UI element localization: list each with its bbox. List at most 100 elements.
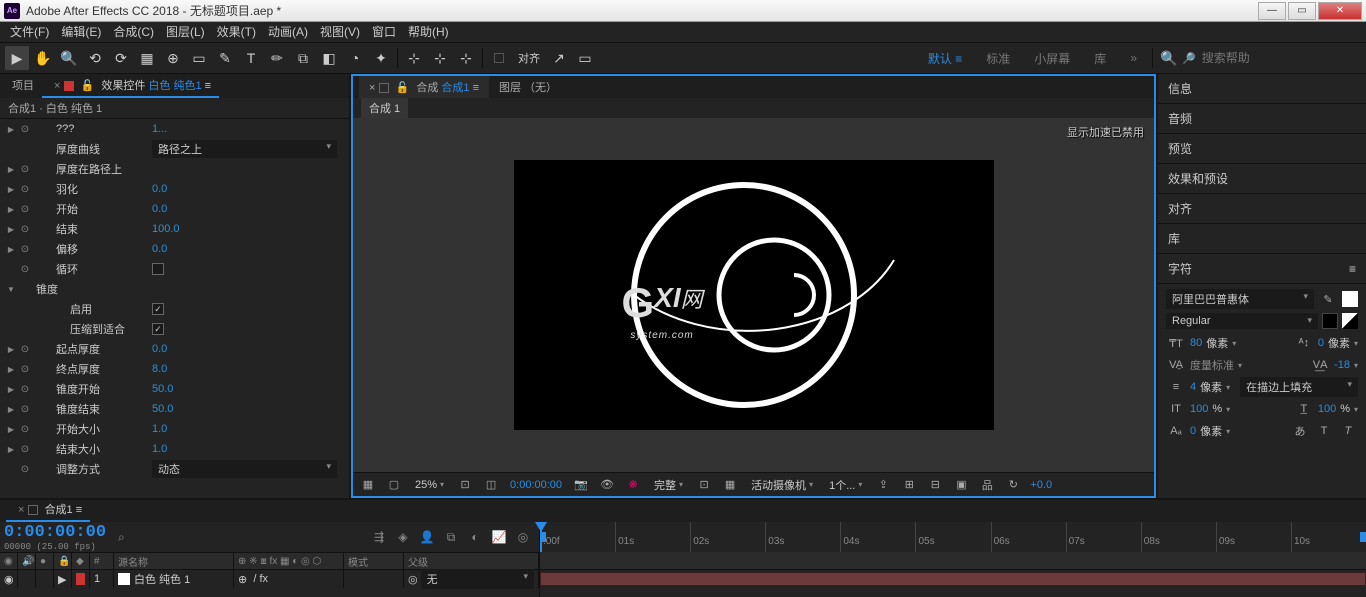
panel-menu-icon[interactable]: ≡: [1349, 262, 1356, 276]
tab-close-icon[interactable]: ×: [54, 80, 60, 92]
exposure-value[interactable]: +0.0: [1028, 479, 1054, 491]
eyedropper-icon[interactable]: ✎: [1318, 293, 1338, 306]
guides-icon[interactable]: ⊟: [924, 475, 946, 495]
playhead[interactable]: [540, 522, 542, 552]
composition-tab[interactable]: × 🔓 合成 合成1 ≡: [359, 76, 489, 98]
3d-icon[interactable]: 品: [976, 475, 998, 495]
vscale-value[interactable]: 100: [1190, 403, 1208, 415]
tab-close-icon[interactable]: ×: [18, 504, 24, 516]
taper-start-value[interactable]: 50.0: [152, 383, 173, 395]
close-button[interactable]: ✕: [1318, 2, 1362, 20]
rotate-tool[interactable]: ⟳: [109, 46, 133, 70]
snap-toggle[interactable]: [487, 46, 511, 70]
snap-option-icon[interactable]: ↗: [547, 46, 571, 70]
graph-editor-icon[interactable]: 📈: [488, 527, 510, 547]
pan-behind-tool[interactable]: ⊕: [161, 46, 185, 70]
expand-icon[interactable]: ▶: [4, 365, 18, 374]
index-column[interactable]: #: [90, 553, 114, 569]
hscale-value[interactable]: 100: [1318, 403, 1336, 415]
start-size-value[interactable]: 1.0: [152, 423, 167, 435]
end-size-value[interactable]: 1.0: [152, 443, 167, 455]
compress-checkbox[interactable]: ✓: [152, 323, 164, 335]
stopwatch-icon[interactable]: ⊙: [18, 222, 32, 236]
layer-visibility-toggle[interactable]: [4, 573, 14, 586]
layer-expand-icon[interactable]: ▶: [54, 570, 72, 588]
kerning-value[interactable]: 度量标准: [1190, 357, 1234, 373]
source-name-column[interactable]: 源名称: [114, 553, 234, 569]
label-column-icon[interactable]: ◆: [72, 553, 90, 569]
leading-value[interactable]: 0: [1318, 337, 1324, 349]
lock-icon[interactable]: 🔓: [396, 82, 410, 94]
always-preview-icon[interactable]: ▦: [357, 475, 379, 495]
stopwatch-icon[interactable]: ⊙: [18, 182, 32, 196]
offset-value[interactable]: 0.0: [152, 243, 167, 255]
stopwatch-icon[interactable]: ⊙: [18, 162, 32, 176]
workspace-small[interactable]: 小屏幕: [1022, 50, 1082, 67]
expand-icon[interactable]: ▶: [4, 225, 18, 234]
stroke-color-swatch[interactable]: [1322, 313, 1338, 329]
roto-tool[interactable]: ◔: [343, 46, 367, 70]
swap-colors-icon[interactable]: [1342, 313, 1358, 329]
collapse-icon[interactable]: ▼: [4, 285, 18, 294]
lock-column-icon[interactable]: 🔒: [54, 553, 72, 569]
clone-tool[interactable]: ⧉: [291, 46, 315, 70]
libraries-panel-header[interactable]: 库: [1158, 224, 1366, 254]
stroke-width-value[interactable]: 4: [1190, 381, 1196, 393]
taper-enable-checkbox[interactable]: ✓: [152, 303, 164, 315]
workspace-default[interactable]: 默认 ≡: [916, 50, 974, 67]
menu-help[interactable]: 帮助(H): [402, 22, 455, 42]
stopwatch-icon[interactable]: ⊙: [18, 422, 32, 436]
expand-icon[interactable]: ▶: [4, 125, 18, 134]
faux-italic-icon[interactable]: T: [1338, 425, 1358, 437]
camera-tool[interactable]: ▦: [135, 46, 159, 70]
parent-pick-whip-icon[interactable]: ◎: [408, 573, 418, 586]
tab-close-icon[interactable]: ×: [369, 82, 375, 94]
solo-column-icon[interactable]: ●: [36, 553, 54, 569]
expand-icon[interactable]: ▶: [4, 165, 18, 174]
work-area-end-handle[interactable]: [1360, 532, 1366, 542]
shape-tool[interactable]: ▭: [187, 46, 211, 70]
font-size-value[interactable]: 80: [1190, 337, 1202, 349]
menu-animation[interactable]: 动画(A): [262, 22, 314, 42]
preview-panel-header[interactable]: 预览: [1158, 134, 1366, 164]
mask-icon[interactable]: ▣: [950, 475, 972, 495]
stopwatch-icon[interactable]: ⊙: [18, 242, 32, 256]
roi-icon[interactable]: ◫: [480, 475, 502, 495]
grid-icon[interactable]: ⊞: [898, 475, 920, 495]
eye-column-icon[interactable]: ◉: [0, 553, 18, 569]
workspace-libraries[interactable]: 库: [1082, 50, 1118, 67]
align-panel-header[interactable]: 对齐: [1158, 194, 1366, 224]
stopwatch-icon[interactable]: ⊙: [18, 122, 32, 136]
menu-window[interactable]: 窗口: [366, 22, 402, 42]
zoom-tool[interactable]: 🔍: [57, 46, 81, 70]
timeline-search-icon[interactable]: ⌕: [118, 530, 125, 545]
brush-tool[interactable]: ✏: [265, 46, 289, 70]
comp-mini-flowchart-icon[interactable]: ⇶: [368, 527, 390, 547]
stopwatch-icon[interactable]: ⊙: [18, 262, 32, 276]
effect-controls-tab[interactable]: × 🔓 效果控件 白色 纯色1 ≡: [42, 74, 219, 98]
expand-icon[interactable]: ▶: [4, 445, 18, 454]
channel-icon[interactable]: ❋: [622, 475, 644, 495]
expand-icon[interactable]: ▶: [4, 185, 18, 194]
search-icon[interactable]: 🔍: [1157, 46, 1181, 70]
stopwatch-icon[interactable]: ⊙: [18, 382, 32, 396]
faux-bold-icon[interactable]: T: [1314, 425, 1334, 437]
font-family-dropdown[interactable]: 阿里巴巴普惠体: [1166, 289, 1314, 309]
workspace-more[interactable]: »: [1118, 51, 1149, 65]
orbit-tool[interactable]: ⟲: [83, 46, 107, 70]
zoom-dropdown[interactable]: 25%: [409, 477, 450, 493]
fill-color-swatch[interactable]: [1342, 291, 1358, 307]
view-axis-icon[interactable]: ⊹: [454, 46, 478, 70]
reset-exposure-icon[interactable]: ↻: [1002, 475, 1024, 495]
type-tool[interactable]: T: [239, 46, 263, 70]
effects-panel-header[interactable]: 效果和预设: [1158, 164, 1366, 194]
end-thickness-value[interactable]: 8.0: [152, 363, 167, 375]
menu-edit[interactable]: 编辑(E): [55, 22, 107, 42]
layer-duration-bar[interactable]: [540, 572, 1366, 586]
expand-icon[interactable]: ▶: [4, 425, 18, 434]
menu-effect[interactable]: 效果(T): [211, 22, 262, 42]
snapshot-icon[interactable]: 📷: [570, 475, 592, 495]
start-value[interactable]: 0.0: [152, 203, 167, 215]
lock-icon[interactable]: 🔓: [81, 80, 95, 92]
maximize-button[interactable]: ▭: [1288, 2, 1316, 20]
